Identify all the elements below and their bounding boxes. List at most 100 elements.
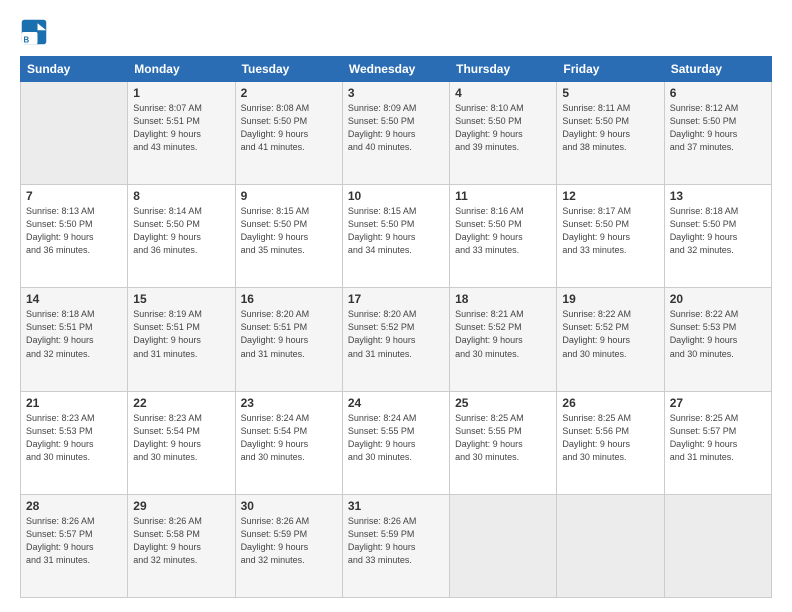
day-number: 12 xyxy=(562,189,658,203)
day-number: 28 xyxy=(26,499,122,513)
day-info: Sunrise: 8:26 AM Sunset: 5:59 PM Dayligh… xyxy=(348,515,444,567)
day-number: 14 xyxy=(26,292,122,306)
day-info: Sunrise: 8:11 AM Sunset: 5:50 PM Dayligh… xyxy=(562,102,658,154)
day-cell: 6 Sunrise: 8:12 AM Sunset: 5:50 PM Daylig… xyxy=(664,82,771,185)
day-info: Sunrise: 8:24 AM Sunset: 5:54 PM Dayligh… xyxy=(241,412,337,464)
day-info: Sunrise: 8:26 AM Sunset: 5:58 PM Dayligh… xyxy=(133,515,229,567)
day-cell xyxy=(557,494,664,597)
day-number: 3 xyxy=(348,86,444,100)
day-number: 18 xyxy=(455,292,551,306)
day-number: 13 xyxy=(670,189,766,203)
col-header-monday: Monday xyxy=(128,57,235,82)
day-number: 4 xyxy=(455,86,551,100)
day-info: Sunrise: 8:07 AM Sunset: 5:51 PM Dayligh… xyxy=(133,102,229,154)
day-number: 10 xyxy=(348,189,444,203)
col-header-sunday: Sunday xyxy=(21,57,128,82)
col-header-thursday: Thursday xyxy=(450,57,557,82)
day-cell: 22 Sunrise: 8:23 AM Sunset: 5:54 PM Dayli… xyxy=(128,391,235,494)
calendar-header-row: SundayMondayTuesdayWednesdayThursdayFrid… xyxy=(21,57,772,82)
day-info: Sunrise: 8:23 AM Sunset: 5:53 PM Dayligh… xyxy=(26,412,122,464)
day-info: Sunrise: 8:25 AM Sunset: 5:55 PM Dayligh… xyxy=(455,412,551,464)
day-info: Sunrise: 8:19 AM Sunset: 5:51 PM Dayligh… xyxy=(133,308,229,360)
day-number: 9 xyxy=(241,189,337,203)
day-number: 15 xyxy=(133,292,229,306)
day-cell: 10 Sunrise: 8:15 AM Sunset: 5:50 PM Dayli… xyxy=(342,185,449,288)
col-header-wednesday: Wednesday xyxy=(342,57,449,82)
day-number: 25 xyxy=(455,396,551,410)
logo: B xyxy=(20,18,52,46)
day-number: 6 xyxy=(670,86,766,100)
day-info: Sunrise: 8:18 AM Sunset: 5:50 PM Dayligh… xyxy=(670,205,766,257)
day-cell: 7 Sunrise: 8:13 AM Sunset: 5:50 PM Daylig… xyxy=(21,185,128,288)
day-info: Sunrise: 8:13 AM Sunset: 5:50 PM Dayligh… xyxy=(26,205,122,257)
week-row-2: 7 Sunrise: 8:13 AM Sunset: 5:50 PM Daylig… xyxy=(21,185,772,288)
day-number: 31 xyxy=(348,499,444,513)
day-info: Sunrise: 8:17 AM Sunset: 5:50 PM Dayligh… xyxy=(562,205,658,257)
day-cell: 31 Sunrise: 8:26 AM Sunset: 5:59 PM Dayli… xyxy=(342,494,449,597)
day-cell: 13 Sunrise: 8:18 AM Sunset: 5:50 PM Dayli… xyxy=(664,185,771,288)
day-info: Sunrise: 8:26 AM Sunset: 5:59 PM Dayligh… xyxy=(241,515,337,567)
day-info: Sunrise: 8:16 AM Sunset: 5:50 PM Dayligh… xyxy=(455,205,551,257)
header: B xyxy=(20,18,772,46)
week-row-3: 14 Sunrise: 8:18 AM Sunset: 5:51 PM Dayli… xyxy=(21,288,772,391)
day-number: 5 xyxy=(562,86,658,100)
day-cell: 9 Sunrise: 8:15 AM Sunset: 5:50 PM Daylig… xyxy=(235,185,342,288)
day-cell: 24 Sunrise: 8:24 AM Sunset: 5:55 PM Dayli… xyxy=(342,391,449,494)
day-number: 11 xyxy=(455,189,551,203)
day-number: 22 xyxy=(133,396,229,410)
day-number: 24 xyxy=(348,396,444,410)
day-number: 8 xyxy=(133,189,229,203)
day-cell: 15 Sunrise: 8:19 AM Sunset: 5:51 PM Dayli… xyxy=(128,288,235,391)
day-cell: 30 Sunrise: 8:26 AM Sunset: 5:59 PM Dayli… xyxy=(235,494,342,597)
col-header-saturday: Saturday xyxy=(664,57,771,82)
day-info: Sunrise: 8:23 AM Sunset: 5:54 PM Dayligh… xyxy=(133,412,229,464)
day-info: Sunrise: 8:14 AM Sunset: 5:50 PM Dayligh… xyxy=(133,205,229,257)
day-number: 30 xyxy=(241,499,337,513)
day-info: Sunrise: 8:21 AM Sunset: 5:52 PM Dayligh… xyxy=(455,308,551,360)
day-info: Sunrise: 8:26 AM Sunset: 5:57 PM Dayligh… xyxy=(26,515,122,567)
col-header-friday: Friday xyxy=(557,57,664,82)
day-cell: 26 Sunrise: 8:25 AM Sunset: 5:56 PM Dayli… xyxy=(557,391,664,494)
day-cell xyxy=(450,494,557,597)
day-cell: 17 Sunrise: 8:20 AM Sunset: 5:52 PM Dayli… xyxy=(342,288,449,391)
calendar-table: SundayMondayTuesdayWednesdayThursdayFrid… xyxy=(20,56,772,598)
day-info: Sunrise: 8:09 AM Sunset: 5:50 PM Dayligh… xyxy=(348,102,444,154)
day-number: 20 xyxy=(670,292,766,306)
day-cell: 18 Sunrise: 8:21 AM Sunset: 5:52 PM Dayli… xyxy=(450,288,557,391)
day-number: 16 xyxy=(241,292,337,306)
day-info: Sunrise: 8:15 AM Sunset: 5:50 PM Dayligh… xyxy=(348,205,444,257)
day-number: 21 xyxy=(26,396,122,410)
day-info: Sunrise: 8:12 AM Sunset: 5:50 PM Dayligh… xyxy=(670,102,766,154)
day-cell: 2Sunrise: 8:08 AM Sunset: 5:50 PM Daylig… xyxy=(235,82,342,185)
day-info: Sunrise: 8:24 AM Sunset: 5:55 PM Dayligh… xyxy=(348,412,444,464)
day-cell: 28 Sunrise: 8:26 AM Sunset: 5:57 PM Dayli… xyxy=(21,494,128,597)
day-number: 2 xyxy=(241,86,337,100)
day-info: Sunrise: 8:20 AM Sunset: 5:52 PM Dayligh… xyxy=(348,308,444,360)
day-cell: 20 Sunrise: 8:22 AM Sunset: 5:53 PM Dayli… xyxy=(664,288,771,391)
day-cell: 1Sunrise: 8:07 AM Sunset: 5:51 PM Daylig… xyxy=(128,82,235,185)
day-cell: 27Sunrise: 8:25 AM Sunset: 5:57 PM Dayli… xyxy=(664,391,771,494)
day-cell: 8 Sunrise: 8:14 AM Sunset: 5:50 PM Daylig… xyxy=(128,185,235,288)
day-number: 23 xyxy=(241,396,337,410)
day-info: Sunrise: 8:22 AM Sunset: 5:52 PM Dayligh… xyxy=(562,308,658,360)
day-info: Sunrise: 8:10 AM Sunset: 5:50 PM Dayligh… xyxy=(455,102,551,154)
day-number: 27 xyxy=(670,396,766,410)
svg-text:B: B xyxy=(24,36,30,45)
day-info: Sunrise: 8:18 AM Sunset: 5:51 PM Dayligh… xyxy=(26,308,122,360)
day-info: Sunrise: 8:25 AM Sunset: 5:56 PM Dayligh… xyxy=(562,412,658,464)
day-number: 26 xyxy=(562,396,658,410)
day-info: Sunrise: 8:15 AM Sunset: 5:50 PM Dayligh… xyxy=(241,205,337,257)
day-cell: 25 Sunrise: 8:25 AM Sunset: 5:55 PM Dayli… xyxy=(450,391,557,494)
day-number: 7 xyxy=(26,189,122,203)
week-row-4: 21 Sunrise: 8:23 AM Sunset: 5:53 PM Dayli… xyxy=(21,391,772,494)
day-info: Sunrise: 8:22 AM Sunset: 5:53 PM Dayligh… xyxy=(670,308,766,360)
day-number: 19 xyxy=(562,292,658,306)
week-row-5: 28 Sunrise: 8:26 AM Sunset: 5:57 PM Dayli… xyxy=(21,494,772,597)
day-info: Sunrise: 8:20 AM Sunset: 5:51 PM Dayligh… xyxy=(241,308,337,360)
day-number: 29 xyxy=(133,499,229,513)
day-cell: 3 Sunrise: 8:09 AM Sunset: 5:50 PM Daylig… xyxy=(342,82,449,185)
page: B SundayMondayTuesdayWednesdayThursdayFr… xyxy=(0,0,792,612)
day-cell: 29 Sunrise: 8:26 AM Sunset: 5:58 PM Dayli… xyxy=(128,494,235,597)
day-number: 17 xyxy=(348,292,444,306)
day-cell: 5 Sunrise: 8:11 AM Sunset: 5:50 PM Daylig… xyxy=(557,82,664,185)
